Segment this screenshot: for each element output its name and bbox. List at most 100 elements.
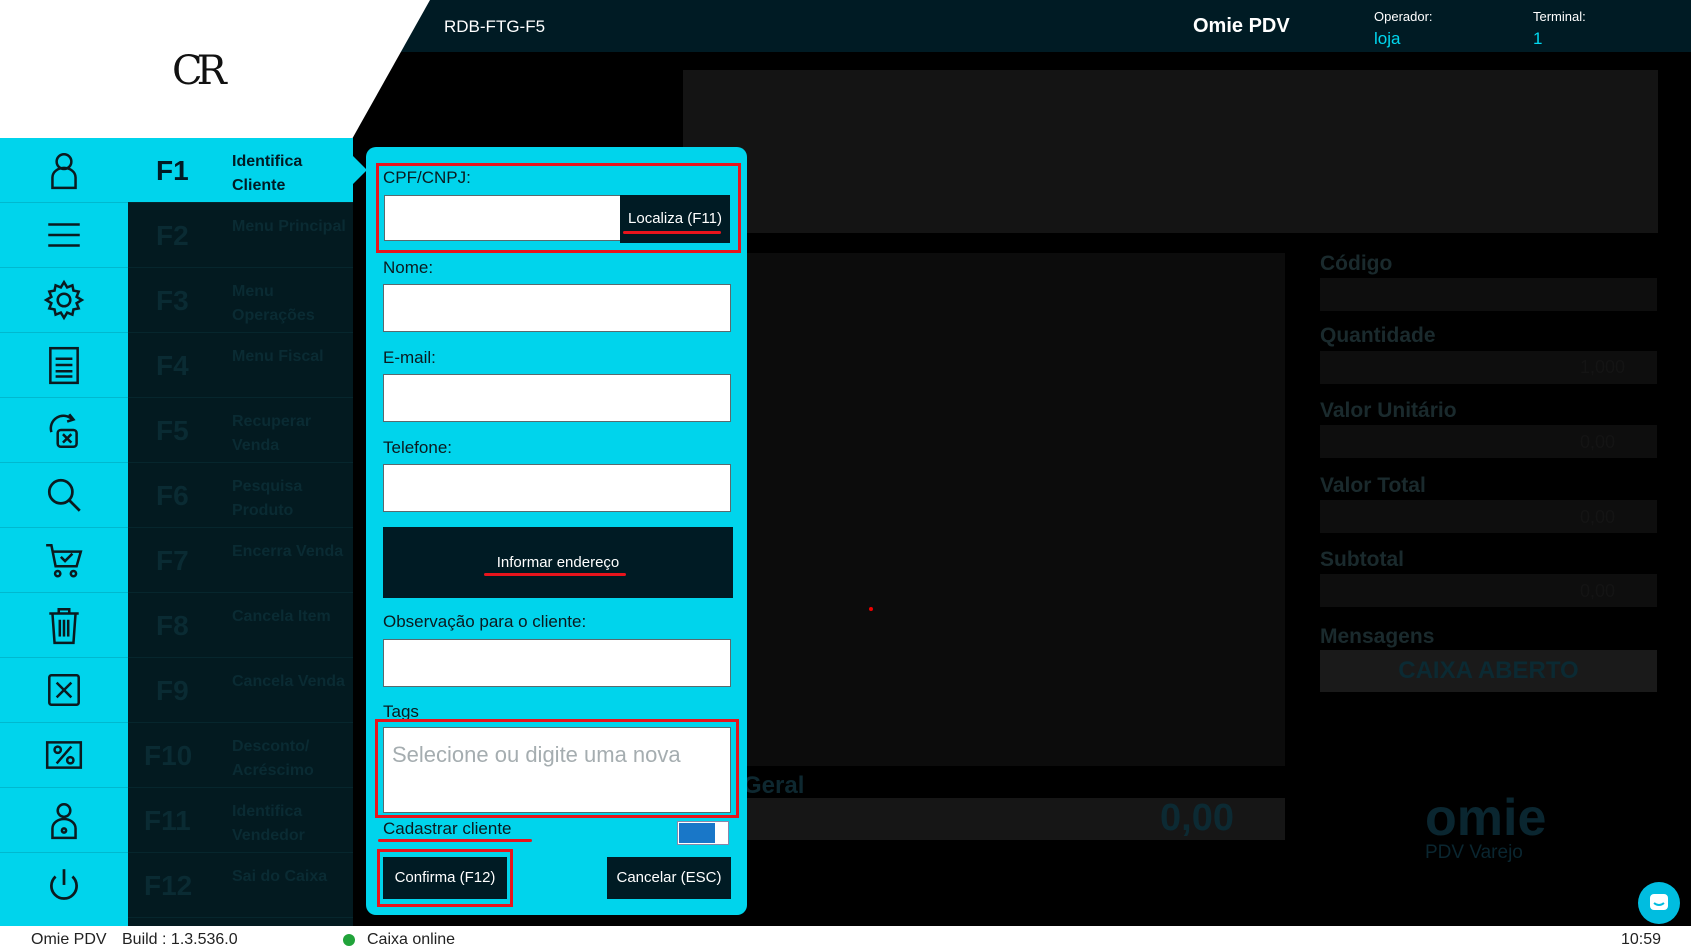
- cart-check-icon: [46, 544, 83, 578]
- sidebar-icon-f11[interactable]: [0, 788, 128, 853]
- product-image-panel: [683, 70, 1658, 233]
- fkey-key: F1: [156, 155, 189, 186]
- receipt-icon: [49, 346, 79, 385]
- fkey-key: F6: [156, 480, 189, 511]
- cancelar-button[interactable]: Cancelar (ESC): [607, 857, 731, 899]
- fkey-f4[interactable]: F4 Menu Fiscal: [128, 333, 353, 398]
- fkey-key: F12: [144, 870, 193, 901]
- operator-value: loja: [1374, 29, 1401, 48]
- close-box-icon: [48, 674, 80, 706]
- fkey-f10[interactable]: F10 Desconto/ Acréscimo: [128, 723, 353, 788]
- fkey-f11[interactable]: F11 Identifica Vendedor: [128, 788, 353, 853]
- footer-app-name: Omie PDV: [31, 931, 107, 948]
- status-bar: Omie PDV Build : 1.3.536.0 Caixa online …: [0, 926, 1691, 952]
- terminal-id: RDB-FTG-F5: [444, 17, 546, 36]
- fkey-f7[interactable]: F7 Encerra Venda: [128, 528, 353, 593]
- pdv-screen: RDB-FTG-F5 Omie PDV Operador: loja Termi…: [0, 0, 1691, 952]
- nome-input[interactable]: [383, 284, 731, 332]
- company-logo: CR: [172, 48, 227, 94]
- function-key-menu: F1 Identifica Cliente F2 Menu Principal F3…: [128, 138, 367, 926]
- field-value-quantidade: 1,000: [1580, 357, 1626, 377]
- fkey-label: Cancela Item: [232, 608, 331, 625]
- fkey-label: Encerra Venda: [232, 543, 344, 560]
- field-label-subtotal: Subtotal: [1320, 548, 1404, 571]
- user-badge-icon: [51, 802, 77, 840]
- email-label: E-mail:: [383, 348, 436, 367]
- highlight-confirma: [377, 849, 513, 907]
- fkey-key: F11: [144, 805, 191, 836]
- field-box-codigo: [1320, 278, 1657, 311]
- sidebar-icon-f9[interactable]: [0, 658, 128, 723]
- terminal-value: 1: [1533, 29, 1543, 48]
- sidebar-icon-f12[interactable]: [0, 853, 128, 918]
- omie-brand: omie: [1425, 789, 1547, 847]
- cadastrar-cliente-label: Cadastrar cliente: [383, 819, 512, 838]
- omie-brand-sub: PDV Varejo: [1425, 842, 1523, 863]
- user-icon: [51, 152, 77, 190]
- sidebar-icon-f6[interactable]: [0, 463, 128, 528]
- fkey-label: Menu Fiscal: [232, 348, 324, 365]
- email-input[interactable]: [383, 374, 731, 422]
- fkey-label: Sai do Caixa: [232, 868, 328, 885]
- sidebar-icon-f7[interactable]: [0, 528, 128, 593]
- chat-icon: [1650, 894, 1668, 910]
- cursor-dot: [869, 607, 873, 611]
- fkey-label: Menu Principal: [232, 218, 346, 235]
- field-label-valor-unitario: Valor Unitário: [1320, 399, 1457, 422]
- fkey-f6[interactable]: F6 Pesquisa Produto: [128, 463, 353, 528]
- fkey-f1[interactable]: F1 Identifica Cliente: [128, 138, 367, 203]
- fkey-f2[interactable]: F2 Menu Principal: [128, 203, 353, 268]
- underline-endereco: [484, 573, 626, 576]
- items-list-panel: [740, 253, 1285, 766]
- fkey-label: Pesquisa Produto: [232, 478, 303, 519]
- sidebar-icon-f3[interactable]: [0, 268, 128, 333]
- fkey-f9[interactable]: F9 Cancela Venda: [128, 658, 353, 723]
- operator-label: Operador:: [1374, 9, 1433, 24]
- field-label-valor-total: Valor Total: [1320, 474, 1426, 497]
- fkey-label: Identifica Cliente: [232, 153, 303, 194]
- power-icon: [50, 868, 78, 900]
- footer-clock: 10:59: [1621, 931, 1662, 948]
- fkey-f5[interactable]: F5 Recuperar Venda: [128, 398, 353, 463]
- mensagens-label: Mensagens: [1320, 625, 1435, 648]
- fkey-key: F8: [156, 610, 189, 641]
- total-geral-value: 0,00: [1160, 797, 1234, 839]
- informar-endereco-button[interactable]: Informar endereço: [383, 527, 733, 598]
- fkey-key: F2: [156, 220, 189, 251]
- menu-icon: [48, 223, 80, 247]
- underline-localiza: [623, 231, 721, 234]
- total-geral-label: Geral: [743, 772, 805, 799]
- recover-sale-icon: [49, 413, 78, 449]
- fkey-key: F7: [156, 545, 189, 576]
- observacao-label: Observação para o cliente:: [383, 612, 587, 631]
- fkey-label: Menu Operações: [232, 283, 315, 324]
- sidebar-icon-f10[interactable]: [0, 723, 128, 788]
- chat-button[interactable]: [1638, 882, 1680, 924]
- logo-area: CR: [0, 0, 430, 138]
- nome-label: Nome:: [383, 258, 434, 277]
- sidebar-icon-f4[interactable]: [0, 333, 128, 398]
- fkey-key: F4: [156, 350, 189, 381]
- cadastrar-cliente-toggle[interactable]: [677, 821, 729, 845]
- field-value-valor-total: 0,00: [1580, 507, 1616, 527]
- percent-icon: [45, 741, 83, 769]
- online-status-dot: [343, 934, 355, 946]
- search-icon: [47, 478, 81, 512]
- fkey-f8[interactable]: F8 Cancela Item: [128, 593, 353, 658]
- fkey-f12[interactable]: F12 Sai do Caixa: [128, 853, 353, 918]
- sidebar-icon-f2[interactable]: [0, 203, 128, 268]
- sidebar-icon-f1[interactable]: [0, 138, 128, 203]
- fkey-label: Desconto/ Acréscimo: [232, 738, 314, 779]
- toggle-knob: [679, 823, 715, 843]
- fkey-key: F10: [144, 740, 193, 771]
- sidebar-icon-f5[interactable]: [0, 398, 128, 463]
- gear-icon: [43, 279, 85, 321]
- observacao-input[interactable]: [383, 639, 731, 687]
- telefone-input[interactable]: [383, 464, 731, 512]
- fkey-label: Cancela Venda: [232, 673, 345, 690]
- fkey-label: Recuperar Venda: [232, 413, 312, 454]
- sidebar-icon-f8[interactable]: [0, 593, 128, 658]
- field-value-subtotal: 0,00: [1580, 581, 1616, 601]
- fkey-f3[interactable]: F3 Menu Operações: [128, 268, 353, 333]
- underline-cadastrar: [378, 839, 532, 842]
